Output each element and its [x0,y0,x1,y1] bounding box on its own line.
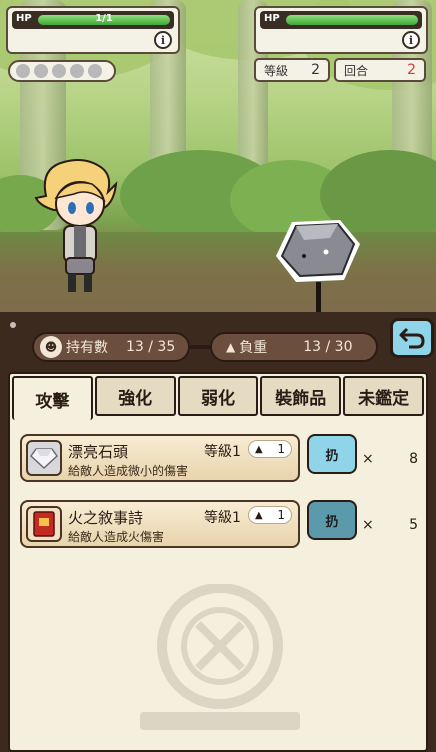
item-description: 給敵人造成微小的傷害 [68,464,189,478]
player-info-icon[interactable]: i [154,31,172,49]
player-hp-label: HP [16,13,32,24]
stone-enemy[interactable] [272,216,364,288]
weight-icon: ▲ [255,509,263,521]
tab-debuff[interactable]: 弱化 [177,376,259,416]
item-weight-badge: ▲ 1 [248,440,292,458]
inventory-board: 攻擊 強化 弱化 裝飾品 未鑑定 漂亮石頭 等級1 ▲ 1 給敵人造成微小的傷害 [8,372,428,752]
item-level: 等級1 [204,510,241,526]
item-quantity-value: 5 [409,517,418,533]
weight-icon: ▲ [255,443,263,455]
held-label: 持有數 [66,340,108,356]
player-hp-bar: HP 1/1 [12,11,174,29]
charge-dot [16,64,30,78]
enemy-hp-bar: HP [260,11,422,29]
round-box: 回合 2 [334,58,426,82]
list-item[interactable]: 火之敘事詩 等級1 ▲ 1 給敵人造成火傷害 [20,500,300,548]
level-label: 等級 [264,63,289,78]
weight-icon: ▲ [226,340,236,354]
item-weight: 1 [277,442,285,456]
bag-icon: ☻ [40,336,62,358]
list-item[interactable]: 漂亮石頭 等級1 ▲ 1 給敵人造成微小的傷害 [20,434,300,482]
player-hp-value: 1/1 [95,13,113,24]
skill-charge-dots [8,60,116,82]
times-sign: × [362,517,374,533]
item-quantity: × 5 [362,517,418,533]
player-character[interactable] [34,158,124,298]
enemy-info-icon[interactable]: i [402,31,420,49]
charge-dot [34,64,48,78]
charge-dot [88,64,102,78]
toss-button[interactable]: 扔 [307,434,357,474]
tab-accessory[interactable]: 裝飾品 [260,376,342,416]
category-tabs: 攻擊 強化 弱化 裝飾品 未鑑定 [12,376,424,420]
weight-label: 負重 [239,340,268,356]
inventory-panel: ☻ 持有數 13 / 35 ▲ 負重 13 / 30 攻擊 強化 弱化 裝飾品 … [0,312,436,752]
item-name: 漂亮石頭 [68,443,129,461]
back-arrow-icon [399,327,425,349]
item-quantity: × 8 [362,451,418,467]
enemy-hp-fill [286,15,418,25]
times-sign: × [362,451,374,467]
panel-rivet [10,322,16,328]
gem-icon [26,440,62,476]
tab-buff[interactable]: 強化 [94,376,176,416]
item-level: 等級1 [204,444,241,460]
battle-scene: HP 1/1 i HP i 等級 2 回合 2 [0,0,436,318]
charge-dot [70,64,84,78]
item-description: 給敵人造成火傷害 [68,530,165,544]
player-hp-panel: HP 1/1 i [6,6,180,54]
emblem-watermark [140,584,300,730]
charge-dot [52,64,66,78]
round-label: 回合 [344,63,369,78]
toss-button[interactable]: 扔 [307,500,357,540]
held-count-bar: ☻ 持有數 13 / 35 [32,332,190,362]
item-name: 火之敘事詩 [68,509,144,527]
level-box: 等級 2 [254,58,330,82]
tab-attack[interactable]: 攻擊 [12,376,93,420]
weight-bar: ▲ 負重 13 / 30 [210,332,378,362]
round-value: 2 [407,62,416,78]
item-weight-badge: ▲ 1 [248,506,292,524]
red-book-icon [26,506,62,542]
held-value: 13 / 35 [126,339,176,355]
back-button[interactable] [390,318,434,358]
item-quantity-value: 8 [409,451,418,467]
enemy-hp-label: HP [264,13,280,24]
weight-value: 13 / 30 [303,339,353,355]
enemy-hp-panel: HP i [254,6,428,54]
tab-unidentified[interactable]: 未鑑定 [343,376,424,416]
item-weight: 1 [277,508,285,522]
level-value: 2 [311,62,320,78]
